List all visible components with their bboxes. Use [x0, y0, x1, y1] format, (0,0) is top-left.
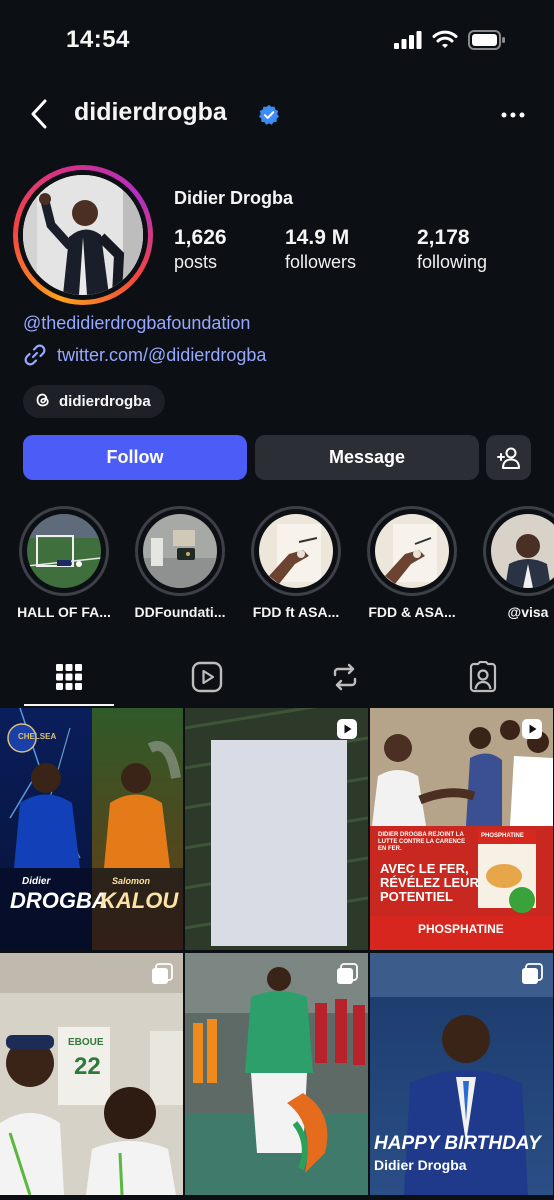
- post-tagline: DIDIER DROGBA REJOINT LA LUTTE CONTRE LA…: [378, 832, 466, 852]
- carousel-badge-icon: [522, 963, 543, 984]
- highlight-ring: [251, 506, 341, 596]
- highlight-cover-image: [259, 514, 333, 588]
- post-tile[interactable]: [185, 708, 368, 950]
- status-bar: 14:54: [0, 0, 554, 84]
- more-options-button[interactable]: [498, 100, 528, 130]
- post-greeting: HAPPY BIRTHDAY: [374, 1133, 541, 1154]
- avatar: [23, 175, 143, 295]
- post-left-surname: DROGBA: [10, 888, 108, 913]
- threads-badge[interactable]: didierdrogba: [23, 385, 165, 418]
- highlight-ring: [483, 506, 554, 596]
- tab-tagged[interactable]: [438, 648, 528, 706]
- carousel-badge-icon: [152, 963, 173, 984]
- post-box-brand: PHOSPHATINE: [481, 833, 524, 839]
- post-left-firstname: Didier: [22, 876, 51, 887]
- carousel-badge-icon: [337, 963, 358, 984]
- stat-posts[interactable]: 1,626 posts: [174, 226, 227, 273]
- highlight-visa[interactable]: @visa: [472, 506, 554, 620]
- highlight-ddfoundation[interactable]: DDFoundati...: [124, 506, 236, 620]
- bio-external-link[interactable]: twitter.com/@didierdrogba: [23, 342, 266, 368]
- stat-following[interactable]: 2,178 following: [417, 226, 487, 273]
- tab-reposts[interactable]: [300, 648, 390, 706]
- post-jersey-number: 22: [74, 1053, 101, 1080]
- post-tile[interactable]: HAPPY BIRTHDAY Didier Drogba: [370, 953, 553, 1195]
- highlight-fdd-ft-asa[interactable]: FDD ft ASA...: [240, 506, 352, 620]
- bio-link-text: twitter.com/@didierdrogba: [57, 344, 267, 365]
- highlight-label: FDD & ASA...: [368, 604, 456, 620]
- post-jersey-name: EBOUE: [68, 1037, 104, 1048]
- battery-icon: [468, 30, 505, 50]
- reel-badge-icon: [337, 719, 357, 739]
- header-username: didierdrogba: [74, 98, 227, 126]
- post-logo-text: CHELSEA: [18, 732, 57, 741]
- highlight-ring: [19, 506, 109, 596]
- add-person-icon: [496, 447, 520, 469]
- post-right-firstname: Salomon: [112, 876, 151, 886]
- post-tile[interactable]: CHELSEA Didier DROGBA Salomon KALOU: [0, 708, 183, 950]
- highlight-fdd-and-asa[interactable]: FDD & ASA...: [356, 506, 468, 620]
- stat-posts-label: posts: [174, 252, 218, 272]
- highlight-hall-of-fame[interactable]: HALL OF FA...: [8, 506, 120, 620]
- more-horizontal-icon: [501, 112, 525, 118]
- highlight-label: FDD ft ASA...: [252, 604, 340, 620]
- chevron-left-icon: [31, 99, 47, 129]
- highlight-ring: [135, 506, 225, 596]
- message-button[interactable]: Message: [255, 435, 479, 480]
- profile-header: didierdrogba: [0, 92, 554, 138]
- avatar-story-ring[interactable]: [13, 165, 153, 305]
- post-tile[interactable]: DIDIER DROGBA REJOINT LA LUTTE CONTRE LA…: [370, 708, 553, 950]
- stat-followers-value: 14.9 M: [285, 226, 350, 249]
- status-icons: [394, 30, 506, 50]
- threads-handle: didierdrogba: [59, 393, 151, 410]
- tab-grid[interactable]: [24, 648, 114, 706]
- status-time: 14:54: [66, 26, 130, 53]
- highlight-label: HALL OF FA...: [17, 604, 111, 620]
- highlight-cover-image: [143, 514, 217, 588]
- post-right-surname: KALOU: [100, 888, 179, 913]
- stat-posts-value: 1,626: [174, 226, 227, 249]
- wifi-icon: [432, 30, 458, 48]
- post-tile[interactable]: EBOUE 22: [0, 953, 183, 1195]
- cellular-signal-icon: [394, 31, 422, 49]
- stat-followers[interactable]: 14.9 M followers: [285, 226, 356, 273]
- follow-button[interactable]: Follow: [23, 435, 247, 480]
- reel-badge-icon: [522, 719, 542, 739]
- highlight-cover-image: [375, 514, 449, 588]
- post-headline: AVEC LE FER, RÉVÉLEZ LEUR POTENTIEL: [380, 861, 479, 904]
- post-greeting-name: Didier Drogba: [374, 1157, 467, 1173]
- grid-icon: [56, 664, 82, 690]
- display-name: Didier Drogba: [174, 188, 294, 208]
- tagged-person-icon: [469, 661, 497, 693]
- back-button[interactable]: [24, 96, 54, 132]
- highlight-ring: [367, 506, 457, 596]
- profile-tabs: [0, 648, 554, 708]
- highlight-label: @visa: [507, 604, 549, 620]
- threads-icon: [35, 392, 51, 412]
- stat-following-label: following: [417, 252, 488, 272]
- reels-icon: [191, 661, 223, 693]
- verified-badge-icon: [259, 104, 279, 125]
- stat-following-value: 2,178: [417, 226, 470, 249]
- highlight-cover-image: [27, 514, 101, 588]
- tab-reels[interactable]: [162, 648, 252, 706]
- post-tile[interactable]: [185, 953, 368, 1195]
- bio-mention-link[interactable]: @thedidierdrogbafoundation: [23, 313, 250, 334]
- stat-followers-label: followers: [285, 252, 357, 272]
- highlight-label: DDFoundati...: [134, 604, 226, 620]
- post-brand: PHOSPHATINE: [418, 922, 504, 936]
- highlight-cover-image: [491, 514, 554, 588]
- suggested-users-button[interactable]: [486, 435, 531, 480]
- active-tab-indicator: [24, 704, 114, 706]
- repost-icon: [333, 663, 357, 691]
- link-icon: [24, 344, 46, 366]
